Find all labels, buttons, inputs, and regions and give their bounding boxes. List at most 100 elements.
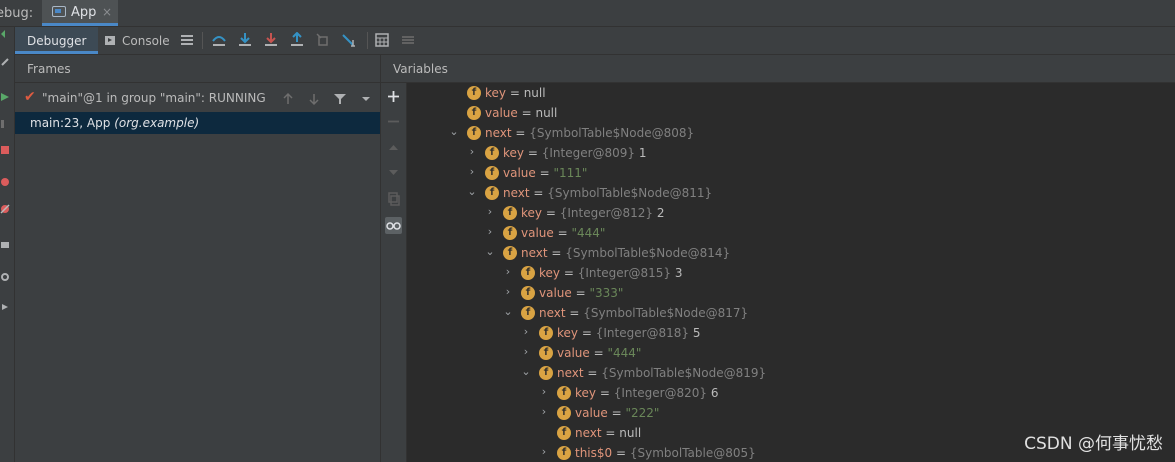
move-up-icon[interactable] [385, 139, 402, 156]
variable-row[interactable]: › f key = {Integer@818} 5 [521, 323, 1121, 343]
equals-sign: = [583, 366, 602, 380]
trace-stream-icon[interactable] [400, 32, 416, 48]
variable-row[interactable]: ⌄ f next = {SymbolTable$Node@811} [467, 183, 1067, 203]
tab-debugger[interactable]: Debugger [15, 27, 98, 54]
variable-value: 1 [635, 146, 647, 160]
chevron-right-icon[interactable]: › [485, 225, 495, 239]
variable-row[interactable]: f value = null [449, 103, 1049, 123]
variable-row[interactable]: › f value = "444" [521, 343, 1121, 363]
frames-panel: ✔ "main"@1 in group "main": RUNNING main… [15, 83, 380, 462]
chevron-down-icon[interactable]: ⌄ [449, 125, 459, 139]
settings-icon[interactable] [0, 272, 10, 282]
variable-row[interactable]: › f value = "111" [467, 163, 1067, 183]
field-icon: f [467, 126, 481, 140]
tab-app[interactable]: App × [42, 0, 118, 26]
mute-breakpoints-icon[interactable] [0, 204, 10, 214]
equals-sign: = [547, 246, 566, 260]
previous-frame-icon[interactable] [281, 92, 295, 106]
equals-sign: = [612, 446, 630, 460]
equals-sign: = [517, 106, 536, 120]
variable-text: next = {SymbolTable$Node@814} [521, 246, 730, 260]
chevron-right-icon[interactable]: › [467, 145, 477, 159]
run-to-cursor-icon[interactable] [341, 32, 357, 48]
variable-row[interactable]: ⌄ f next = {SymbolTable$Node@808} [449, 123, 1049, 143]
chevron-right-icon[interactable]: › [521, 325, 531, 339]
variable-row[interactable]: › f key = {Integer@809} 1 [467, 143, 1067, 163]
chevron-right-icon[interactable]: › [503, 265, 513, 279]
chevron-right-icon[interactable]: › [539, 445, 549, 459]
variable-value: null [619, 426, 642, 440]
field-icon: f [557, 446, 571, 460]
variable-value: "222" [625, 406, 660, 420]
frames-header: Frames [15, 55, 380, 83]
variable-row[interactable]: › f value = "333" [503, 283, 1103, 303]
variable-type: {Integer@820} [613, 386, 708, 400]
variable-text: key = {Integer@820} 6 [575, 386, 719, 400]
chevron-down-icon[interactable]: ⌄ [503, 305, 513, 319]
add-watch-icon[interactable] [385, 88, 402, 105]
stack-frame-row[interactable]: main:23, App (org.example) [15, 112, 380, 134]
equals-sign: = [589, 346, 608, 360]
chevron-down-icon[interactable]: ⌄ [521, 365, 531, 379]
copy-icon[interactable] [385, 190, 402, 207]
force-step-into-icon[interactable] [263, 32, 279, 48]
next-frame-icon[interactable] [307, 92, 321, 106]
tab-console[interactable]: Console [103, 27, 173, 54]
chevron-right-icon[interactable]: › [467, 165, 477, 179]
variable-row[interactable]: f key = null [449, 83, 1049, 103]
stop-icon[interactable] [0, 145, 10, 155]
variable-type: {Integer@809} [541, 146, 636, 160]
thread-selector[interactable]: ✔ "main"@1 in group "main": RUNNING [15, 87, 380, 109]
variable-name: key [557, 326, 579, 340]
drop-frame-icon[interactable] [315, 32, 331, 48]
step-over-icon[interactable] [211, 32, 227, 48]
variable-row[interactable]: › f value = "444" [485, 223, 1085, 243]
variable-row[interactable]: › f key = {Integer@812} 2 [485, 203, 1085, 223]
variable-name: next [557, 366, 584, 380]
chevron-right-icon[interactable]: › [539, 385, 549, 399]
step-into-icon[interactable] [237, 32, 253, 48]
chevron-right-icon[interactable]: › [485, 205, 495, 219]
variable-row[interactable]: › f key = {Integer@815} 3 [503, 263, 1103, 283]
glasses-icon[interactable] [385, 217, 402, 234]
evaluate-expression-icon[interactable] [374, 32, 390, 48]
layout-menu-icon[interactable] [179, 32, 195, 48]
chevron-down-icon[interactable]: ⌄ [485, 245, 495, 259]
rerun-icon[interactable] [0, 29, 10, 39]
variable-row[interactable]: ⌄ f next = {SymbolTable$Node@814} [485, 243, 1085, 263]
variable-row[interactable]: › f key = {Integer@820} 6 [539, 383, 1139, 403]
variable-name: next [485, 126, 512, 140]
variable-type: {SymbolTable$Node@808} [529, 126, 695, 140]
camera-icon[interactable] [0, 239, 10, 249]
chevron-right-icon[interactable]: › [521, 345, 531, 359]
close-icon[interactable]: × [102, 5, 112, 19]
remove-watch-icon[interactable] [385, 113, 402, 130]
resume-icon[interactable] [0, 92, 10, 102]
equals-sign: = [535, 166, 554, 180]
variable-row[interactable]: ⌄ f next = {SymbolTable$Node@817} [503, 303, 1103, 323]
left-action-strip [0, 27, 15, 462]
variable-name: next [521, 246, 548, 260]
view-breakpoints-icon[interactable] [0, 177, 10, 187]
application-icon [52, 6, 66, 17]
variable-row[interactable]: › f value = "222" [539, 403, 1139, 423]
modify-icon[interactable] [0, 57, 10, 67]
pause-icon[interactable] [0, 119, 10, 129]
variable-row[interactable]: ⌄ f next = {SymbolTable$Node@819} [521, 363, 1121, 383]
field-icon: f [539, 346, 553, 360]
equals-sign: = [578, 326, 596, 340]
chevron-right-icon[interactable]: › [539, 405, 549, 419]
equals-sign: = [553, 226, 572, 240]
field-icon: f [467, 106, 481, 120]
chevron-down-icon[interactable]: ⌄ [467, 185, 477, 199]
variable-text: next = null [575, 426, 641, 440]
pin-icon[interactable] [0, 302, 10, 312]
variable-type: {SymbolTable$Node@811} [547, 186, 713, 200]
chevron-down-icon[interactable] [359, 92, 373, 106]
filter-icon[interactable] [333, 92, 347, 106]
variable-text: this$0 = {SymbolTable@805} [575, 446, 756, 460]
variable-value: 6 [707, 386, 719, 400]
step-out-icon[interactable] [289, 32, 305, 48]
chevron-right-icon[interactable]: › [503, 285, 513, 299]
move-down-icon[interactable] [385, 164, 402, 181]
